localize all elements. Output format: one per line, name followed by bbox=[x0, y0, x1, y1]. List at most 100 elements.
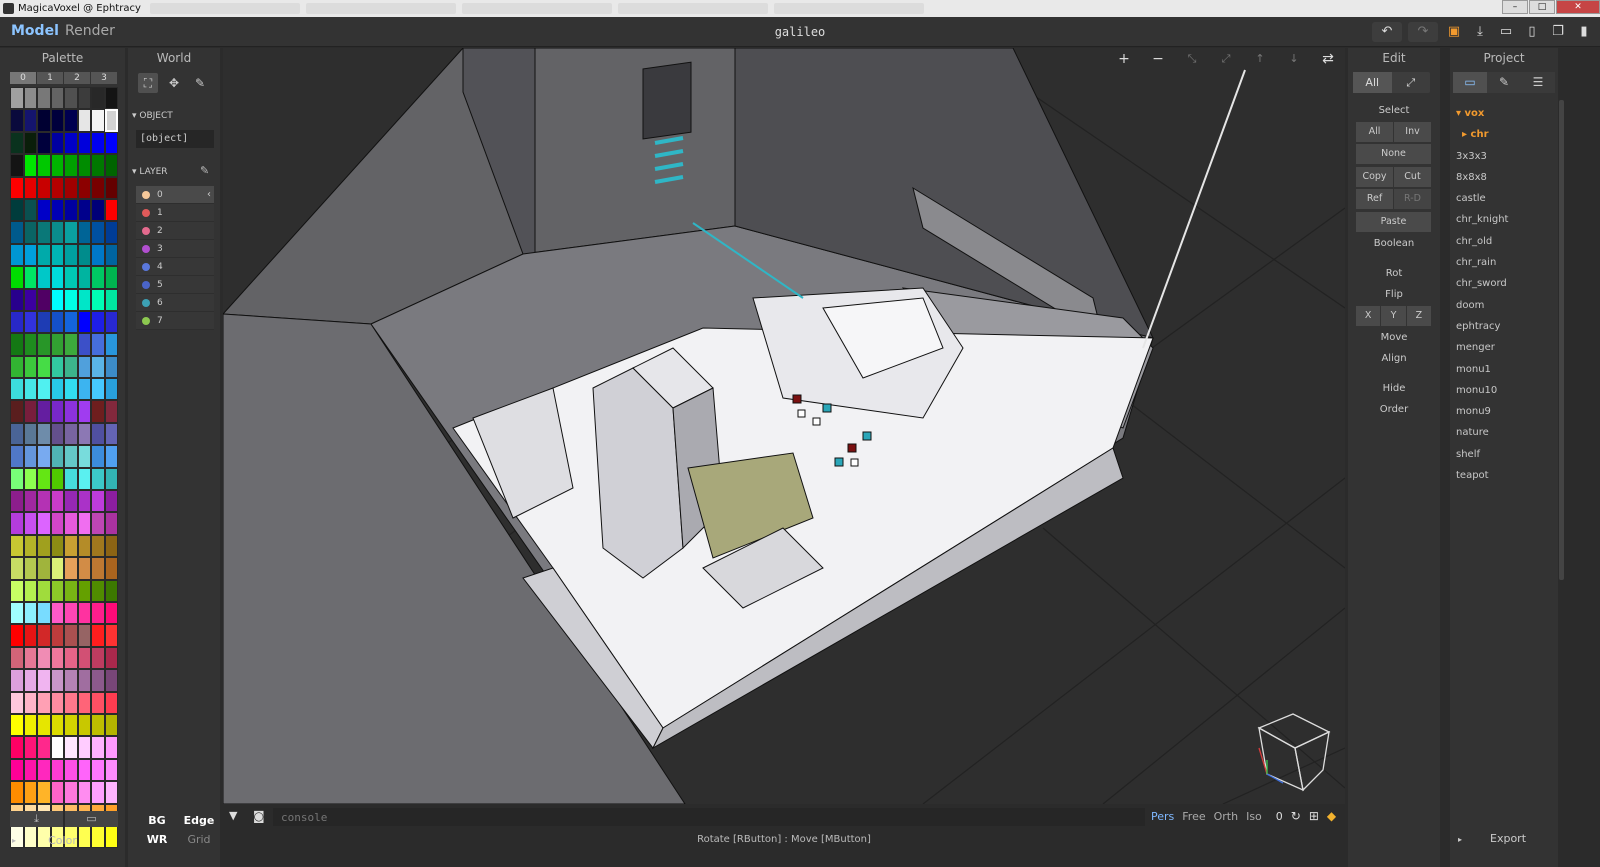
zoom-in-icon[interactable]: + bbox=[1113, 50, 1135, 68]
palette-color-swatch[interactable] bbox=[64, 355, 78, 379]
layer-row[interactable]: 7 bbox=[136, 312, 214, 330]
palette-color-swatch[interactable] bbox=[23, 333, 37, 356]
palette-color-swatch[interactable] bbox=[64, 87, 78, 110]
palette-color-swatch[interactable] bbox=[77, 266, 91, 289]
palette-color-swatch[interactable] bbox=[23, 579, 37, 602]
palette-color-swatch[interactable] bbox=[91, 534, 105, 558]
palette-color-swatch[interactable] bbox=[64, 557, 78, 580]
palette-color-swatch[interactable] bbox=[91, 87, 105, 110]
redo-icon[interactable]: ↷ bbox=[1408, 22, 1438, 42]
palette-color-swatch[interactable] bbox=[23, 400, 37, 423]
palette-color-swatch[interactable] bbox=[91, 691, 105, 714]
palette-color-swatch[interactable] bbox=[91, 131, 105, 155]
palette-color-swatch[interactable] bbox=[23, 758, 37, 782]
select-frame-icon[interactable]: ⛶ bbox=[138, 73, 158, 93]
palette-color-swatch[interactable] bbox=[23, 601, 37, 625]
palette-color-swatch[interactable] bbox=[104, 288, 118, 311]
layer-color-dot[interactable] bbox=[142, 208, 150, 217]
palette-color-swatch[interactable] bbox=[37, 176, 51, 199]
folder-vox[interactable]: ▾ vox bbox=[1456, 103, 1556, 124]
palette-color-swatch[interactable] bbox=[23, 557, 37, 580]
select-all-button[interactable]: All bbox=[1356, 122, 1393, 142]
palette-color-swatch[interactable] bbox=[104, 243, 118, 267]
open-folder-icon[interactable]: ▭ bbox=[1496, 22, 1516, 42]
palette-color-swatch[interactable] bbox=[104, 378, 118, 401]
project-file-item[interactable]: chr_rain bbox=[1456, 252, 1556, 273]
palette-color-swatch[interactable] bbox=[91, 512, 105, 535]
palette-color-swatch[interactable] bbox=[64, 601, 78, 625]
palette-color-swatch[interactable] bbox=[10, 557, 24, 580]
palette-color-swatch[interactable] bbox=[91, 378, 105, 401]
palette-color-swatch[interactable] bbox=[50, 579, 64, 602]
palette-color-swatch[interactable] bbox=[23, 534, 37, 558]
palette-color-swatch[interactable] bbox=[77, 624, 91, 647]
palette-color-swatch[interactable] bbox=[37, 109, 51, 132]
palette-color-swatch[interactable] bbox=[50, 154, 64, 177]
palette-color-swatch[interactable] bbox=[104, 467, 118, 491]
palette-color-swatch[interactable] bbox=[37, 198, 51, 222]
palette-color-swatch[interactable] bbox=[50, 758, 64, 782]
palette-color-swatch[interactable] bbox=[64, 422, 78, 446]
palette-color-swatch[interactable] bbox=[64, 490, 78, 513]
select-none-button[interactable]: None bbox=[1356, 144, 1431, 164]
palette-color-swatch[interactable] bbox=[37, 131, 51, 155]
palette-color-swatch[interactable] bbox=[91, 333, 105, 356]
palette-color-swatch[interactable] bbox=[37, 557, 51, 580]
edit-tab-all[interactable]: All bbox=[1353, 72, 1392, 93]
order-button[interactable]: Order bbox=[1348, 404, 1440, 415]
palette-color-swatch[interactable] bbox=[37, 333, 51, 356]
palette-color-swatch[interactable] bbox=[50, 557, 64, 580]
hide-button[interactable]: Hide bbox=[1348, 383, 1440, 394]
palette-color-swatch[interactable] bbox=[104, 445, 118, 468]
palette-color-swatch[interactable] bbox=[64, 624, 78, 647]
palette-color-swatch[interactable] bbox=[37, 310, 51, 334]
folder-chr[interactable]: ▸ chr bbox=[1456, 124, 1556, 145]
palette-color-swatch[interactable] bbox=[10, 669, 24, 692]
layer-edit-icon[interactable]: ✎ bbox=[200, 164, 209, 177]
palette-color-swatch[interactable] bbox=[64, 758, 78, 782]
move-icon[interactable]: ✥ bbox=[164, 73, 184, 93]
palette-color-swatch[interactable] bbox=[64, 154, 78, 177]
palette-color-swatch[interactable] bbox=[50, 534, 64, 558]
palette-color-swatch[interactable] bbox=[37, 355, 51, 379]
palette-color-swatch[interactable] bbox=[104, 758, 118, 782]
palette-color-swatch[interactable] bbox=[64, 109, 78, 132]
palette-color-swatch[interactable] bbox=[64, 736, 78, 759]
palette-color-swatch[interactable] bbox=[37, 490, 51, 513]
arrow-down-icon[interactable]: ↓ bbox=[1283, 50, 1305, 68]
expand-icon[interactable]: ⤢ bbox=[1215, 50, 1237, 68]
palette-color-swatch[interactable] bbox=[10, 534, 24, 558]
palette-color-swatch[interactable] bbox=[91, 445, 105, 468]
swap-icon[interactable]: ⇄ bbox=[1317, 50, 1339, 68]
palette-color-swatch[interactable] bbox=[104, 534, 118, 558]
palette-color-swatch[interactable] bbox=[23, 781, 37, 804]
palette-color-swatch[interactable] bbox=[50, 467, 64, 491]
palette-color-swatch[interactable] bbox=[10, 154, 24, 177]
palette-color-swatch[interactable] bbox=[23, 266, 37, 289]
palette-color-swatch[interactable] bbox=[10, 579, 24, 602]
cube-icon[interactable]: ◆ bbox=[1327, 809, 1336, 823]
palette-color-swatch[interactable] bbox=[104, 736, 118, 759]
palette-color-swatch[interactable] bbox=[23, 624, 37, 647]
palette-color-swatch[interactable] bbox=[50, 109, 64, 132]
palette-color-swatch[interactable] bbox=[50, 422, 64, 446]
palette-color-swatch[interactable] bbox=[50, 378, 64, 401]
layer-color-dot[interactable] bbox=[142, 316, 150, 325]
palette-color-swatch[interactable] bbox=[104, 512, 118, 535]
palette-color-swatch[interactable] bbox=[64, 691, 78, 714]
brush-icon[interactable]: ✎ bbox=[1487, 72, 1521, 93]
project-file-item[interactable]: 8x8x8 bbox=[1456, 167, 1556, 188]
palette-color-swatch[interactable] bbox=[77, 87, 91, 110]
palette-color-swatch[interactable] bbox=[50, 310, 64, 334]
palette-color-swatch[interactable] bbox=[104, 198, 118, 222]
palette-color-swatch[interactable] bbox=[77, 736, 91, 759]
palette-color-swatch[interactable] bbox=[104, 310, 118, 334]
palette-color-swatch[interactable] bbox=[64, 512, 78, 535]
palette-color-swatch[interactable] bbox=[104, 490, 118, 513]
console-toggle-icon[interactable]: ▼ bbox=[229, 809, 237, 822]
palette-color-swatch[interactable] bbox=[10, 624, 24, 647]
palette-color-swatch[interactable] bbox=[23, 109, 37, 132]
palette-color-swatch[interactable] bbox=[77, 333, 91, 356]
layer-row[interactable]: 6 bbox=[136, 294, 214, 312]
palette-color-swatch[interactable] bbox=[37, 400, 51, 423]
